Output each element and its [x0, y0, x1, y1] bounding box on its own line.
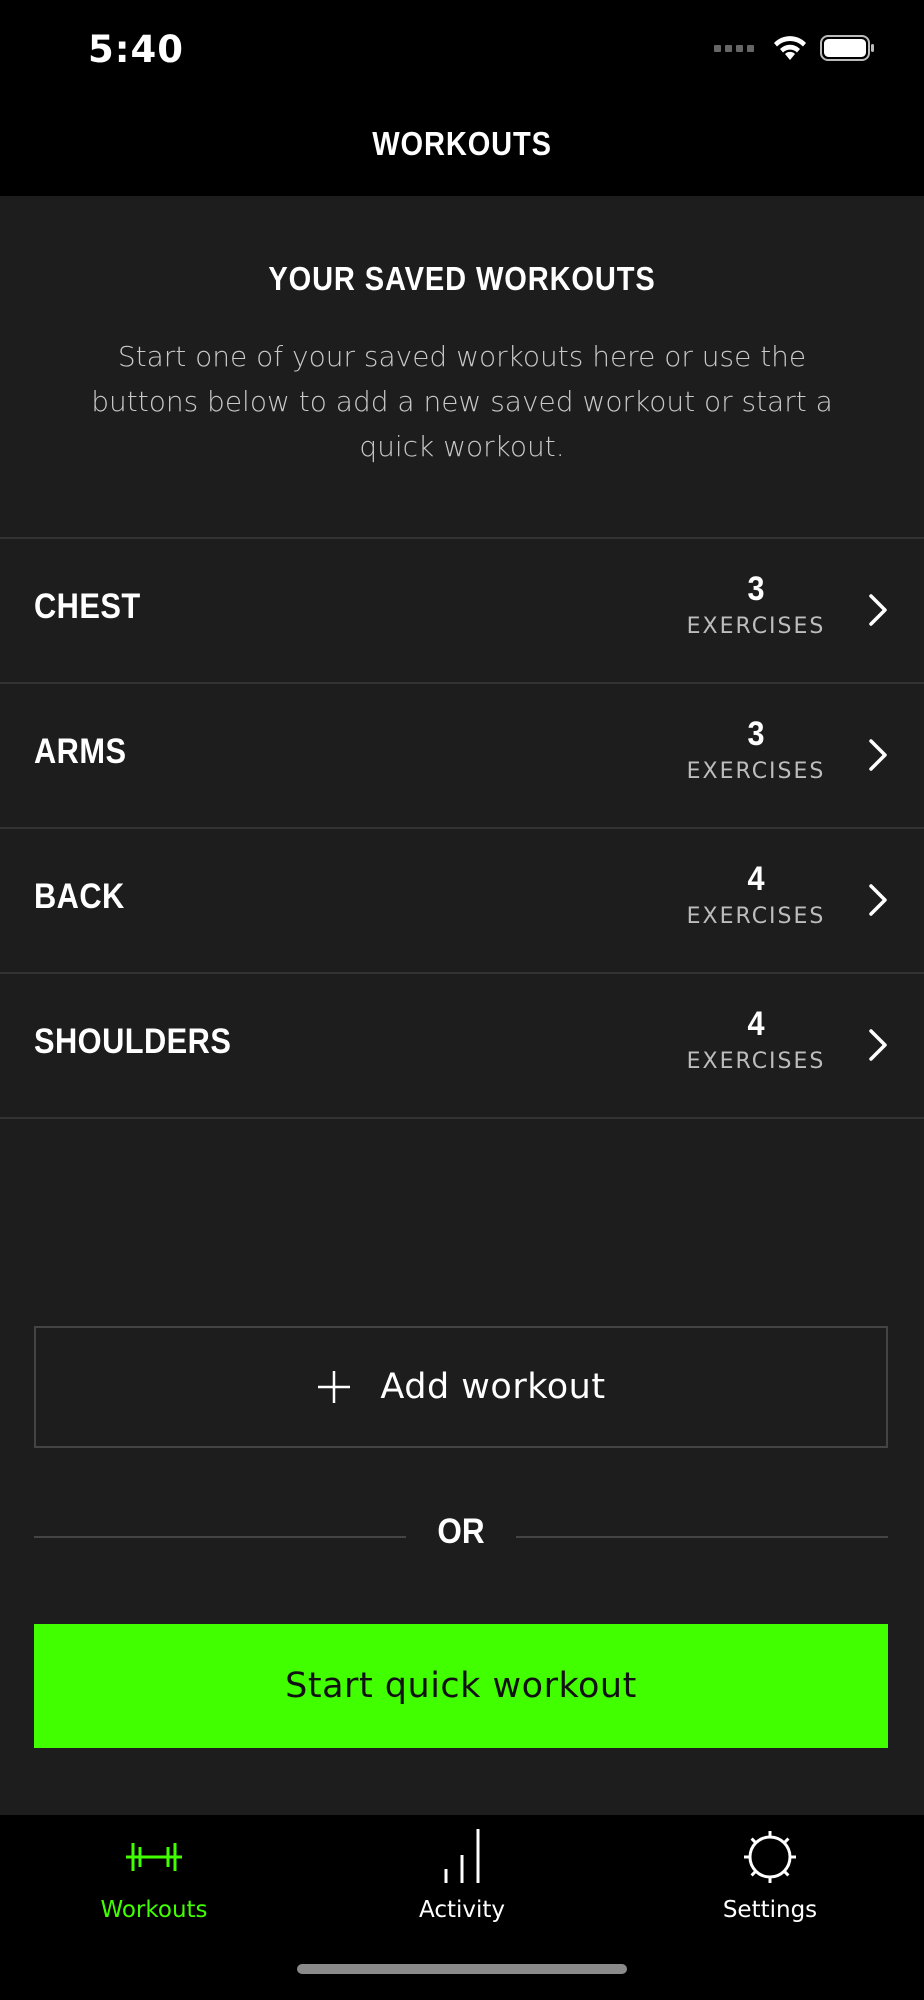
or-label: OR: [437, 1512, 485, 1551]
tab-label: Settings: [722, 1897, 818, 1923]
chevron-right-icon: [869, 884, 887, 916]
page-title: WORKOUTS: [372, 125, 552, 162]
exercise-count-number: 3: [747, 570, 765, 608]
tab-activity[interactable]: Activity: [308, 1815, 616, 1935]
exercise-count: 4 EXERCISES: [676, 859, 836, 935]
workout-row-chest[interactable]: CHEST 3 EXERCISES: [0, 539, 924, 684]
barbell-icon: [126, 1843, 182, 1871]
exercise-count-label: EXERCISES: [686, 614, 826, 639]
chevron-right-icon: [869, 739, 887, 771]
workout-name: ARMS: [34, 732, 127, 771]
start-quick-workout-button[interactable]: Start quick workout: [34, 1624, 888, 1748]
exercise-count-number: 3: [747, 715, 765, 753]
workout-row-back[interactable]: BACK 4 EXERCISES: [0, 829, 924, 974]
add-workout-label: Add workout: [380, 1367, 606, 1407]
status-bar: 5:40: [0, 0, 924, 96]
navigation-bar: WORKOUTS: [0, 96, 924, 196]
status-time: 5:40: [88, 28, 185, 71]
home-indicator[interactable]: [297, 1964, 627, 1974]
exercise-count-label: EXERCISES: [686, 904, 826, 929]
workout-name: CHEST: [34, 587, 141, 626]
tab-workouts[interactable]: Workouts: [0, 1815, 308, 1935]
workout-row-shoulders[interactable]: SHOULDERS 4 EXERCISES: [0, 974, 924, 1119]
battery-icon: [820, 35, 874, 61]
status-icons: [714, 34, 876, 62]
exercise-count-number: 4: [747, 1005, 765, 1043]
exercise-count-label: EXERCISES: [686, 1049, 826, 1074]
chevron-right-icon: [869, 594, 887, 626]
tab-label: Workouts: [100, 1897, 208, 1923]
tab-label: Activity: [418, 1897, 505, 1923]
exercise-count-number: 4: [747, 860, 765, 898]
add-workout-button[interactable]: Add workout: [34, 1326, 888, 1448]
or-divider: OR: [34, 1510, 888, 1560]
chevron-right-icon: [869, 1029, 887, 1061]
plus-icon: [318, 1371, 351, 1403]
wifi-icon: [774, 36, 806, 60]
workout-row-arms[interactable]: ARMS 3 EXERCISES: [0, 684, 924, 829]
workout-name: SHOULDERS: [34, 1022, 232, 1061]
exercise-count: 4 EXERCISES: [676, 1004, 836, 1080]
workout-name: BACK: [34, 877, 125, 916]
cellular-signal-icon: [714, 44, 754, 52]
exercise-count-label: EXERCISES: [686, 759, 826, 784]
bar-chart-icon: [444, 1829, 480, 1883]
workout-list: CHEST 3 EXERCISES ARMS 3 EXERCISES BACK …: [0, 537, 924, 1119]
start-quick-workout-label: Start quick workout: [285, 1666, 637, 1706]
section-title: YOUR SAVED WORKOUTS: [268, 260, 656, 297]
exercise-count: 3 EXERCISES: [676, 569, 836, 645]
exercise-count: 3 EXERCISES: [676, 714, 836, 790]
gear-icon: [744, 1831, 796, 1883]
tab-settings[interactable]: Settings: [616, 1815, 924, 1935]
section-description: Start one of your saved workouts here or…: [91, 340, 833, 463]
saved-workouts-intro: YOUR SAVED WORKOUTS Start one of your sa…: [0, 196, 924, 538]
